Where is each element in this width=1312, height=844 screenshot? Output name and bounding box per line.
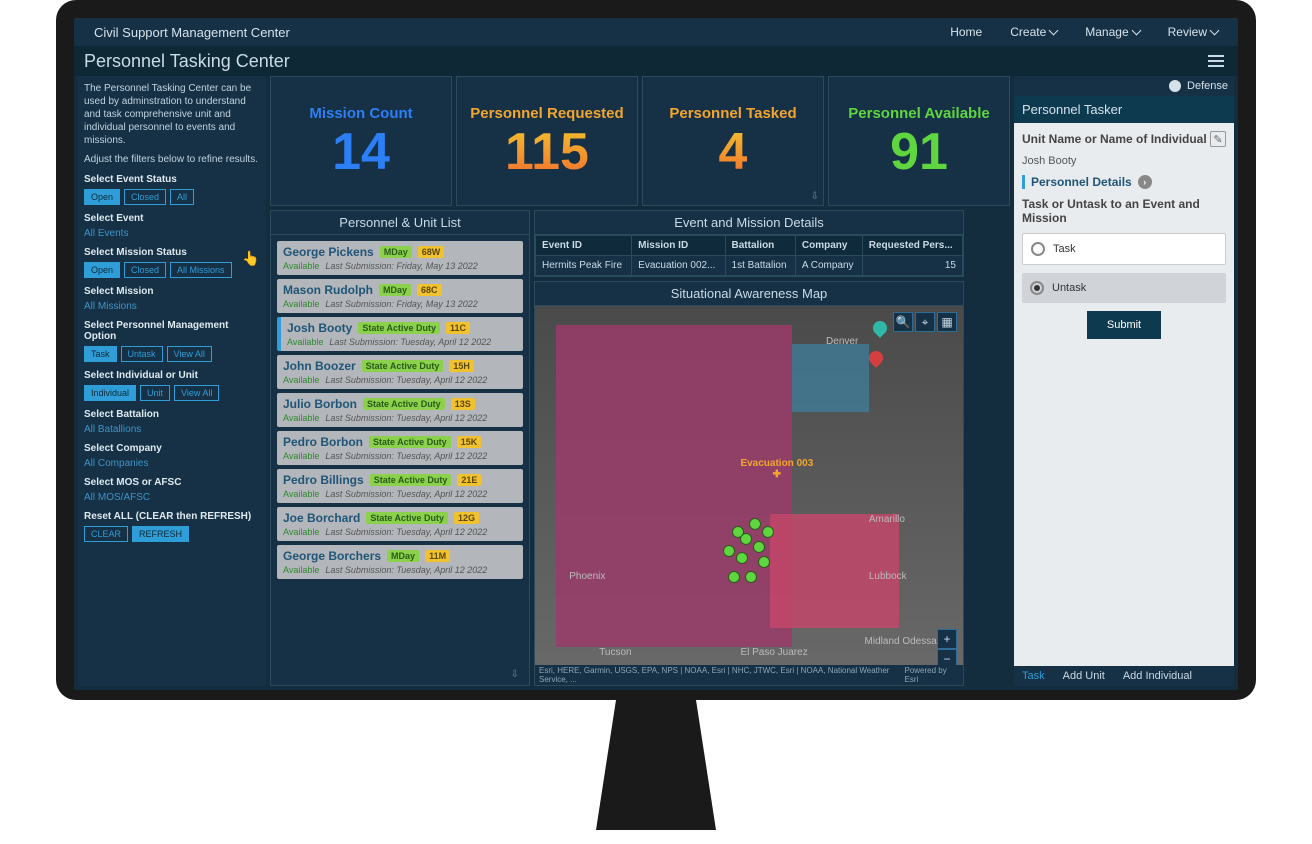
filter-btn-task[interactable]: Task bbox=[84, 346, 117, 362]
tasker-brand: Defense bbox=[1187, 80, 1228, 92]
filter-sidebar: The Personnel Tasking Center can be used… bbox=[78, 76, 266, 686]
filter-value[interactable]: All Companies bbox=[84, 458, 260, 469]
map-evac-label: Evacuation 003✚ bbox=[740, 458, 813, 480]
filter-btn-all-missions[interactable]: All Missions bbox=[170, 262, 232, 278]
filter-btn-viewall[interactable]: View All bbox=[174, 385, 219, 401]
unit-list[interactable]: George Pickens MDay 68W AvailableLast Su… bbox=[271, 235, 529, 670]
list-item[interactable]: Julio Borbon State Active Duty 13S Avail… bbox=[277, 393, 523, 427]
toggle-icon[interactable] bbox=[1169, 80, 1181, 92]
filter-btn-viewall[interactable]: View All bbox=[167, 346, 212, 362]
top-navbar: Civil Support Management Center Home Cre… bbox=[74, 18, 1238, 46]
filter-label: Select MOS or AFSC bbox=[84, 477, 260, 488]
download-icon[interactable]: ⇩ bbox=[511, 669, 519, 680]
list-item[interactable]: Pedro Billings State Active Duty 21E Ava… bbox=[277, 469, 523, 503]
filter-btn-closed[interactable]: Closed bbox=[124, 262, 166, 278]
chevron-down-icon bbox=[1210, 26, 1220, 36]
map-zoom-in-icon[interactable]: + bbox=[937, 629, 957, 649]
personnel-tasker-panel: Defense Personnel Tasker Unit Name or Na… bbox=[1014, 76, 1234, 686]
nav-create[interactable]: Create bbox=[1010, 25, 1057, 39]
event-table: Event ID Mission ID Battalion Company Re… bbox=[535, 235, 963, 276]
kpi-mission-count: Mission Count14 bbox=[270, 76, 452, 206]
tab-add-individual[interactable]: Add Individual bbox=[1123, 670, 1192, 682]
list-item[interactable]: Mason Rudolph MDay 68C AvailableLast Sub… bbox=[277, 279, 523, 313]
intro-text: The Personnel Tasking Center can be used… bbox=[84, 82, 260, 147]
map-pin-icon[interactable] bbox=[870, 318, 890, 338]
refresh-button[interactable]: REFRESH bbox=[132, 526, 189, 542]
filter-value[interactable]: All Batallions bbox=[84, 424, 260, 435]
kpi-personnel-requested: Personnel Requested115 bbox=[456, 76, 638, 206]
page-title: Personnel Tasking Center bbox=[84, 51, 290, 72]
download-icon[interactable]: ⇩ bbox=[811, 191, 819, 202]
filter-value[interactable]: All Missions bbox=[84, 301, 260, 312]
filter-btn-closed[interactable]: Closed bbox=[124, 189, 166, 205]
filter-label: Reset ALL (CLEAR then REFRESH) bbox=[84, 511, 260, 522]
nav-manage[interactable]: Manage bbox=[1085, 25, 1139, 39]
option-task[interactable]: Task bbox=[1022, 233, 1226, 265]
map-search-icon[interactable]: 🔍 bbox=[893, 312, 913, 332]
map-attribution: Esri, HERE, Garmin, USGS, EPA, NPS | NOA… bbox=[535, 665, 963, 685]
task-label: Task or Untask to an Event and Mission bbox=[1022, 197, 1226, 225]
filter-label: Select Mission Status bbox=[84, 247, 260, 258]
list-item[interactable]: Joe Borchard State Active Duty 12G Avail… bbox=[277, 507, 523, 541]
filter-btn-open[interactable]: Open bbox=[84, 189, 120, 205]
edit-icon[interactable]: ✎ bbox=[1210, 131, 1226, 147]
filter-btn-open[interactable]: Open bbox=[84, 262, 120, 278]
panel-title: Situational Awareness Map bbox=[535, 282, 963, 306]
tab-task[interactable]: Task bbox=[1022, 670, 1045, 682]
filter-label: Select Individual or Unit bbox=[84, 370, 260, 381]
panel-title: Personnel & Unit List bbox=[271, 211, 529, 235]
nav-review[interactable]: Review bbox=[1168, 25, 1218, 39]
filter-label: Select Mission bbox=[84, 286, 260, 297]
filter-btn-untask[interactable]: Untask bbox=[121, 346, 163, 362]
filter-label: Select Event Status bbox=[84, 174, 260, 185]
filter-btn-individual[interactable]: Individual bbox=[84, 385, 136, 401]
tasker-title: Personnel Tasker bbox=[1014, 96, 1234, 123]
map-basemap-icon[interactable]: ▦ bbox=[937, 312, 957, 332]
brand-title: Civil Support Management Center bbox=[94, 25, 950, 40]
map-pin-icon[interactable] bbox=[866, 349, 886, 369]
panel-title: Event and Mission Details bbox=[535, 211, 963, 235]
filter-value[interactable]: All Events bbox=[84, 228, 260, 239]
filter-label: Select Company bbox=[84, 443, 260, 454]
option-untask[interactable]: Untask bbox=[1022, 273, 1226, 303]
filter-value[interactable]: All MOS/AFSC bbox=[84, 492, 260, 503]
list-item[interactable]: George Pickens MDay 68W AvailableLast Su… bbox=[277, 241, 523, 275]
table-row[interactable]: Hermits Peak Fire Evacuation 002... 1st … bbox=[536, 256, 963, 276]
clear-button[interactable]: CLEAR bbox=[84, 526, 128, 542]
filter-btn-all[interactable]: All bbox=[170, 189, 194, 205]
chevron-down-icon bbox=[1131, 26, 1141, 36]
list-item[interactable]: George Borchers MDay 11M AvailableLast S… bbox=[277, 545, 523, 579]
unit-name-value: Josh Booty bbox=[1022, 155, 1226, 167]
hamburger-icon[interactable] bbox=[1208, 51, 1228, 71]
page-titlebar: Personnel Tasking Center bbox=[74, 46, 1238, 76]
chevron-down-icon bbox=[1049, 26, 1059, 36]
radio-icon bbox=[1031, 242, 1045, 256]
situational-map[interactable]: Evacuation 003✚ bbox=[535, 306, 963, 685]
arrow-right-icon[interactable]: › bbox=[1138, 175, 1152, 189]
kpi-personnel-available: Personnel Available91 bbox=[828, 76, 1010, 206]
tab-add-unit[interactable]: Add Unit bbox=[1063, 670, 1105, 682]
filter-label: Select Personnel Management Option bbox=[84, 320, 260, 342]
filter-btn-unit[interactable]: Unit bbox=[140, 385, 170, 401]
nav-home[interactable]: Home bbox=[950, 25, 982, 39]
radio-icon bbox=[1030, 281, 1044, 295]
submit-button[interactable]: Submit bbox=[1087, 311, 1161, 339]
field-label: Unit Name or Name of Individual bbox=[1022, 132, 1207, 146]
map-layers-icon[interactable]: ⌖ bbox=[915, 312, 935, 332]
section-header[interactable]: Personnel Details bbox=[1031, 175, 1132, 189]
filter-label: Select Event bbox=[84, 213, 260, 224]
list-item[interactable]: Josh Booty State Active Duty 11C Availab… bbox=[277, 317, 523, 351]
kpi-personnel-tasked: Personnel Tasked4 ⇩ bbox=[642, 76, 824, 206]
intro-text-2: Adjust the filters below to refine resul… bbox=[84, 153, 260, 166]
filter-label: Select Battalion bbox=[84, 409, 260, 420]
list-item[interactable]: John Boozer State Active Duty 15H Availa… bbox=[277, 355, 523, 389]
list-item[interactable]: Pedro Borbon State Active Duty 15K Avail… bbox=[277, 431, 523, 465]
